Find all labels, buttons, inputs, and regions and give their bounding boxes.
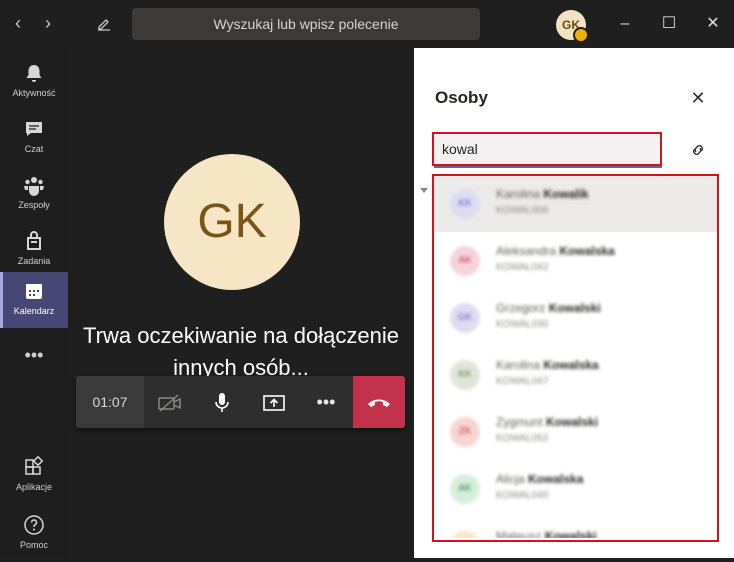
person-first-name: Alicja	[496, 472, 529, 486]
call-timer: 01:07	[76, 376, 144, 428]
person-last-name: Kowalski	[546, 415, 599, 429]
close-window-button[interactable]: ✕	[700, 12, 726, 36]
hang-up-button[interactable]	[353, 376, 405, 428]
panel-title: Osoby	[435, 88, 488, 107]
person-name: Karolina Kowalska	[496, 358, 599, 372]
user-avatar[interactable]: GK	[556, 10, 589, 43]
back-arrow-icon[interactable]: ‹	[6, 12, 30, 36]
share-icon	[263, 395, 285, 412]
person-name: Alicja Kowalska	[496, 472, 583, 486]
chat-icon	[26, 122, 42, 136]
camera-off-icon	[158, 394, 181, 412]
person-first-name: Grzegorz	[496, 301, 549, 315]
person-avatar: KK	[450, 360, 480, 390]
minimize-button[interactable]: –	[612, 12, 638, 36]
person-name: Aleksandra Kowalska	[496, 244, 615, 258]
microphone-button[interactable]	[196, 376, 248, 428]
maximize-button[interactable]: ☐	[656, 12, 682, 36]
list-item[interactable]: MKMateusz KowalskiKOWAL011	[434, 518, 717, 538]
teams-icon	[24, 177, 44, 196]
person-last-name: Kowalik	[543, 187, 589, 201]
rail-item-chat[interactable]: Czat	[0, 110, 68, 166]
person-first-name: Zygmunt	[496, 415, 547, 429]
share-link-icon[interactable]	[688, 142, 708, 158]
rail-item-activity[interactable]: Aktywność	[0, 54, 68, 110]
call-stage: GK Trwa oczekiwanie na dołączenie innych…	[68, 48, 414, 558]
status-badge	[573, 27, 589, 43]
rail-label: Aplikacje	[15, 482, 53, 492]
list-item[interactable]: AK Aleksandra Kowalska KOWAL042	[434, 233, 717, 289]
rail-label: Kalendarz	[13, 306, 55, 316]
person-first-name: Karolina	[496, 358, 544, 372]
forward-arrow-icon[interactable]: ›	[36, 12, 60, 36]
microphone-icon	[215, 393, 229, 413]
person-name: Zygmunt Kowalski	[496, 415, 598, 429]
phone-hangup-icon	[368, 399, 390, 408]
share-screen-button[interactable]	[248, 376, 300, 428]
person-avatar: AK	[450, 246, 480, 276]
list-item[interactable]: KK Karolina Kowalska KOWAL047	[434, 347, 717, 403]
list-item[interactable]: ZK Zygmunt Kowalski KOWAL052	[434, 404, 717, 460]
search-results-list: KK Karolina Kowalik KOWAL006 AK Aleksandra K…	[434, 176, 717, 538]
person-last-name: Kowalska	[559, 244, 615, 258]
collapse-caret-icon[interactable]	[420, 188, 428, 193]
person-first-name: Mateusz	[496, 529, 545, 538]
camera-toggle-button[interactable]	[144, 376, 196, 428]
person-name: Grzegorz Kowalski	[496, 301, 601, 315]
rail-label: Czat	[24, 144, 44, 154]
rail-label: Zespoły	[18, 200, 50, 210]
rail-item-apps[interactable]: Aplikacje	[0, 448, 68, 504]
list-item[interactable]: AK Alicja Kowalska KOWAL040	[434, 461, 717, 517]
person-id: KOWAL047	[496, 376, 549, 387]
people-search-input[interactable]	[434, 134, 660, 164]
call-controls: 01:07 •••	[76, 376, 405, 428]
person-id: KOWAL052	[496, 433, 549, 444]
person-avatar: KK	[450, 189, 480, 219]
more-apps-button[interactable]: •••	[0, 338, 68, 378]
person-last-name: Kowalski	[548, 301, 601, 315]
new-chat-button[interactable]	[92, 12, 116, 36]
rail-item-teams[interactable]: Zespoły	[0, 166, 68, 222]
person-name: Karolina Kowalik	[496, 187, 589, 201]
app-rail: Aktywność Czat Zespoły Zadania Kalendarz…	[0, 48, 68, 558]
person-avatar: MK	[450, 531, 480, 538]
person-name: Mateusz Kowalski	[496, 529, 597, 538]
waiting-message: Trwa oczekiwanie na dołączenie innych os…	[83, 323, 399, 380]
bag-icon	[27, 231, 41, 250]
rail-item-tasks[interactable]: Zadania	[0, 222, 68, 278]
more-options-button[interactable]: •••	[300, 376, 352, 428]
person-first-name: Aleksandra	[496, 244, 560, 258]
compose-icon	[98, 19, 110, 31]
participant-avatar: GK	[164, 154, 300, 290]
help-icon	[24, 515, 44, 535]
list-item[interactable]: GK Grzegorz Kowalski KOWAL030	[434, 290, 717, 346]
rail-label: Pomoc	[19, 540, 48, 550]
list-item[interactable]: KK Karolina Kowalik KOWAL006	[434, 176, 717, 232]
person-last-name: Kowalska	[528, 472, 584, 486]
person-id: KOWAL040	[496, 490, 549, 501]
person-id: KOWAL030	[496, 319, 549, 330]
command-search-box[interactable]: Wyszukaj lub wpisz polecenie	[132, 8, 480, 40]
person-last-name: Kowalski	[544, 529, 597, 538]
rail-item-calendar[interactable]: Kalendarz	[0, 272, 68, 328]
close-panel-button[interactable]: ✕	[688, 88, 708, 108]
title-bar: ‹ › Wyszukaj lub wpisz polecenie GK – ☐ …	[0, 0, 734, 48]
bell-icon	[26, 65, 42, 82]
person-avatar: AK	[450, 474, 480, 504]
person-id: KOWAL042	[496, 262, 549, 273]
people-panel: Osoby ✕ KK Karolina Kowalik KOWAL006 AK Alek…	[414, 48, 734, 558]
rail-label: Zadania	[17, 256, 51, 266]
people-search-field[interactable]	[434, 134, 662, 168]
person-last-name: Kowalska	[543, 358, 599, 372]
person-avatar: GK	[450, 303, 480, 333]
person-first-name: Karolina	[496, 187, 544, 201]
person-avatar: ZK	[450, 417, 480, 447]
apps-icon	[25, 456, 44, 475]
rail-label: Aktywność	[12, 88, 56, 98]
calendar-icon	[26, 284, 42, 299]
rail-item-help[interactable]: Pomoc	[0, 506, 68, 562]
person-id: KOWAL006	[496, 205, 549, 216]
